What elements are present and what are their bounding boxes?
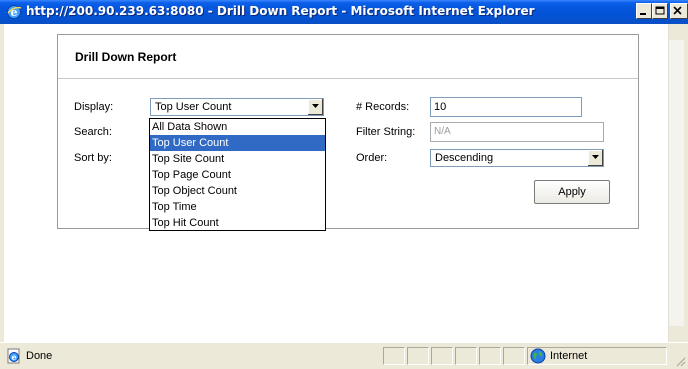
window-title: http://200.90.239.63:8080 - Drill Down R… <box>26 4 535 18</box>
report-title: Drill Down Report <box>75 50 177 64</box>
display-dropdown-button[interactable] <box>307 99 323 115</box>
apply-button[interactable]: Apply <box>534 180 610 204</box>
dropdown-option[interactable]: Top Site Count <box>150 151 325 167</box>
svg-text:e: e <box>11 352 16 362</box>
close-button[interactable] <box>670 3 688 19</box>
order-value: Descending <box>435 152 494 164</box>
records-value: 10 <box>434 101 447 113</box>
status-segment <box>431 347 453 365</box>
dropdown-option[interactable]: Top Time <box>150 199 325 215</box>
dropdown-option[interactable]: Top Page Count <box>150 167 325 183</box>
minimize-icon <box>640 13 646 15</box>
order-select[interactable]: Descending <box>430 149 604 167</box>
scroll-down-button[interactable] <box>669 326 684 342</box>
filter-label: Filter String: <box>356 126 416 138</box>
status-segment <box>455 347 477 365</box>
status-bar: e Done Internet <box>0 342 688 369</box>
status-segment <box>383 347 405 365</box>
records-label: # Records: <box>356 101 410 113</box>
dropdown-option[interactable]: All Data Shown <box>150 119 325 135</box>
maximize-button[interactable] <box>652 3 668 19</box>
status-zone-segment <box>527 347 667 365</box>
maximize-icon <box>655 6 665 15</box>
window-titlebar[interactable]: e http://200.90.239.63:8080 - Drill Down… <box>0 0 688 24</box>
report-panel: Drill Down Report Display: Top User Coun… <box>57 34 639 229</box>
scroll-up-button[interactable] <box>669 24 684 40</box>
zone-text: Internet <box>550 350 588 362</box>
filter-value: N/A <box>434 126 451 137</box>
vertical-scrollbar[interactable] <box>668 24 684 342</box>
status-segment <box>407 347 429 365</box>
minimize-button[interactable] <box>636 3 652 19</box>
records-input[interactable]: 10 <box>430 97 582 117</box>
dropdown-option[interactable]: Top Hit Count <box>150 215 325 231</box>
ie-icon: e <box>7 5 22 19</box>
status-segment <box>503 347 525 365</box>
status-text: Done <box>26 350 53 362</box>
status-segment <box>479 347 501 365</box>
display-select[interactable]: Top User Count <box>150 98 324 116</box>
chevron-down-icon <box>312 104 319 108</box>
dropdown-option-selected[interactable]: Top User Count <box>150 135 325 151</box>
order-dropdown-button[interactable] <box>587 150 603 166</box>
display-label: Display: <box>74 101 114 113</box>
resize-grip-icon[interactable] <box>674 355 686 367</box>
sortby-label: Sort by: <box>74 152 112 164</box>
order-label: Order: <box>356 152 388 164</box>
search-label: Search: <box>74 126 112 138</box>
globe-icon <box>530 348 546 364</box>
filter-input[interactable]: N/A <box>430 122 604 142</box>
chevron-down-icon <box>592 155 599 159</box>
dropdown-option[interactable]: Top Object Count <box>150 183 325 199</box>
ie-page-icon: e <box>7 348 20 364</box>
report-header: Drill Down Report <box>58 35 638 79</box>
browser-content: Drill Down Report Display: Top User Coun… <box>4 24 684 342</box>
display-dropdown-list[interactable]: All Data Shown Top User Count Top Site C… <box>149 118 326 231</box>
close-icon <box>673 6 682 15</box>
display-value: Top User Count <box>155 101 232 113</box>
